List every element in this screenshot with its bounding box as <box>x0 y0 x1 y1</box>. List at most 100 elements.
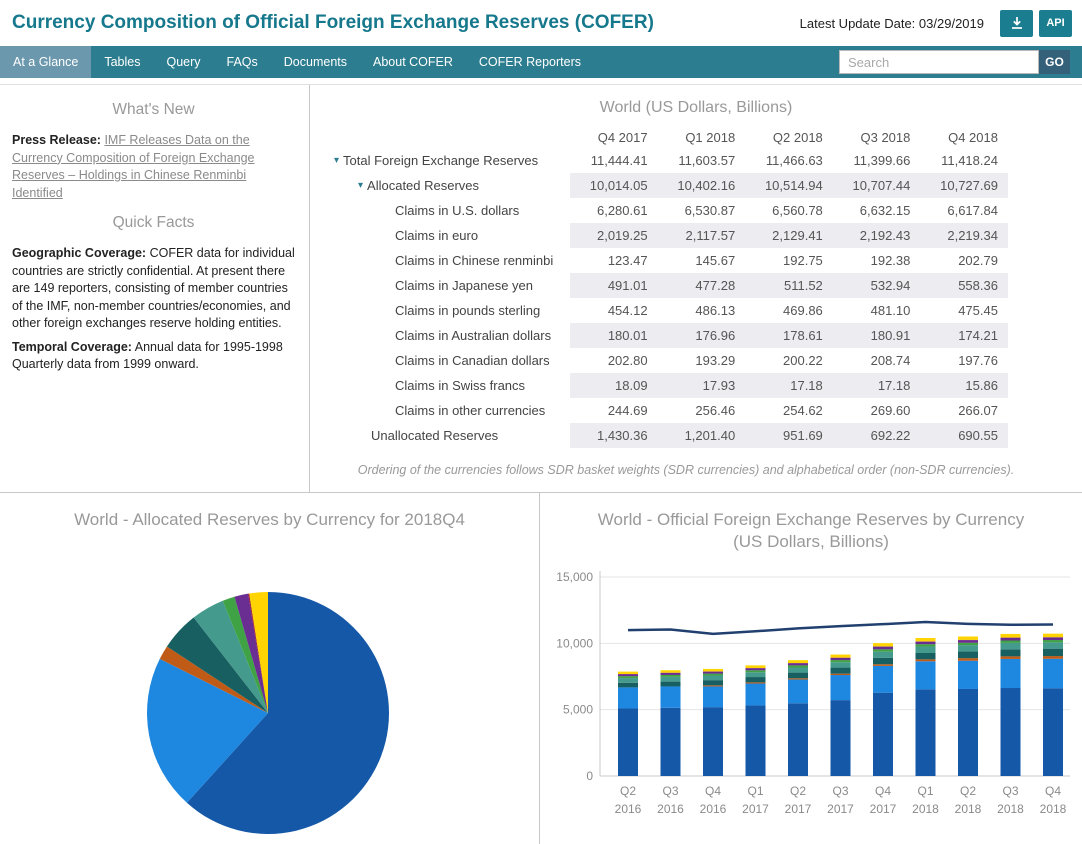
row-label: Claims in other currencies <box>395 403 545 418</box>
bar-segment-claims-in-u-s-dollars <box>873 692 893 775</box>
row-label: Claims in Chinese renminbi <box>395 253 553 268</box>
value-cell: 244.69 <box>570 403 658 418</box>
x-tick-quarter: Q2 <box>960 784 976 798</box>
bar-segment-claims-in-canadian-dollars <box>618 674 638 676</box>
total-reserves-line <box>628 622 1053 634</box>
x-tick-year: 2017 <box>742 802 769 816</box>
row-label: Allocated Reserves <box>367 178 479 193</box>
value-cell: 10,514.94 <box>745 178 833 193</box>
table-row-claims-in-euro: Claims in euro2,019.252,117.572,129.412,… <box>330 223 1008 248</box>
value-cell: 178.61 <box>745 328 833 343</box>
x-tick-year: 2018 <box>997 802 1024 816</box>
bar-segment-claims-in-canadian-dollars <box>788 663 808 665</box>
bar-segment-claims-in-other-currencies <box>916 638 936 641</box>
table-row-claims-in-japanese-yen: Claims in Japanese yen491.01477.28511.52… <box>330 273 1008 298</box>
value-cell: 558.36 <box>920 278 1008 293</box>
x-tick-year: 2018 <box>1040 802 1067 816</box>
column-header-q4-2017: Q4 2017 <box>570 130 658 145</box>
value-cell: 174.21 <box>920 328 1008 343</box>
value-cell: 180.91 <box>833 328 921 343</box>
page-title: Currency Composition of Official Foreign… <box>12 12 654 34</box>
x-tick-quarter: Q3 <box>832 784 848 798</box>
chevron-down-icon[interactable]: ▾ <box>334 156 339 166</box>
nav-tab-about-cofer[interactable]: About COFER <box>360 46 466 78</box>
bar-segment-claims-in-other-currencies <box>831 654 851 657</box>
x-tick-year: 2016 <box>615 802 642 816</box>
row-values: 491.01477.28511.52532.94558.36 <box>570 273 1008 298</box>
table-row-unallocated-reserves: Unallocated Reserves1,430.361,201.40951.… <box>330 423 1008 448</box>
row-values: 244.69256.46254.62269.60266.07 <box>570 398 1008 423</box>
value-cell: 200.22 <box>745 353 833 368</box>
bar-segment-claims-in-chinese-renminbi <box>746 682 766 683</box>
bar-segment-claims-in-euro <box>1001 658 1021 687</box>
value-cell: 2,117.57 <box>658 228 746 243</box>
nav-tab-query[interactable]: Query <box>153 46 213 78</box>
value-cell: 208.74 <box>833 353 921 368</box>
bar-segment-claims-in-other-currencies <box>746 665 766 668</box>
value-cell: 202.79 <box>920 253 1008 268</box>
value-cell: 254.62 <box>745 403 833 418</box>
column-header-q3-2018: Q3 2018 <box>833 130 921 145</box>
bar-segment-claims-in-u-s-dollars <box>661 707 681 775</box>
press-release-text: Press Release: IMF Releases Data on the … <box>12 132 295 202</box>
nav-tab-documents[interactable]: Documents <box>271 46 360 78</box>
bar-segment-claims-in-u-s-dollars <box>831 700 851 776</box>
bar-segment-claims-in-australian-dollars <box>661 674 681 676</box>
nav-tab-at-a-glance[interactable]: At a Glance <box>0 46 91 78</box>
value-cell: 10,014.05 <box>570 178 658 193</box>
bar-segment-claims-in-australian-dollars <box>1043 640 1063 642</box>
x-tick-quarter: Q2 <box>790 784 806 798</box>
search-area: GO <box>839 46 1082 78</box>
table-title: World (US Dollars, Billions) <box>310 99 1082 117</box>
value-cell: 486.13 <box>658 303 746 318</box>
bar-segment-claims-in-u-s-dollars <box>746 705 766 776</box>
value-cell: 123.47 <box>570 253 658 268</box>
bar-segment-claims-in-japanese-yen <box>746 677 766 682</box>
bar-segment-claims-in-japanese-yen <box>873 657 893 664</box>
bar-segment-claims-in-pounds-sterling <box>831 662 851 667</box>
value-cell: 176.96 <box>658 328 746 343</box>
bar-segment-claims-in-other-currencies <box>1001 633 1021 637</box>
main-navbar: At a GlanceTablesQueryFAQsDocumentsAbout… <box>0 46 1082 78</box>
value-cell: 17.93 <box>658 378 746 393</box>
bar-segment-claims-in-chinese-renminbi <box>958 658 978 661</box>
api-button[interactable]: API <box>1039 10 1072 37</box>
bar-segment-claims-in-canadian-dollars <box>1043 637 1063 640</box>
bar-segment-claims-in-pounds-sterling <box>703 675 723 680</box>
chevron-down-icon[interactable]: ▾ <box>358 181 363 191</box>
row-values: 180.01176.96178.61180.91174.21 <box>570 323 1008 348</box>
row-values: 202.80193.29200.22208.74197.76 <box>570 348 1008 373</box>
bar-segment-claims-in-euro <box>873 665 893 692</box>
bar-segment-claims-in-euro <box>958 660 978 688</box>
value-cell: 6,280.61 <box>570 203 658 218</box>
latest-update-date: 03/29/2019 <box>919 16 984 31</box>
nav-tab-faqs[interactable]: FAQs <box>214 46 271 78</box>
bar-segment-claims-in-australian-dollars <box>703 673 723 675</box>
bar-segment-claims-in-euro <box>831 675 851 700</box>
search-go-button[interactable]: GO <box>1039 50 1070 74</box>
charts-section: World - Allocated Reserves by Currency f… <box>0 493 1082 844</box>
bar-segment-claims-in-pounds-sterling <box>746 672 766 677</box>
table-row-claims-in-canadian-dollars: Claims in Canadian dollars202.80193.2920… <box>330 348 1008 373</box>
download-button[interactable] <box>1000 10 1033 37</box>
bar-segment-claims-in-u-s-dollars <box>788 703 808 776</box>
data-table-panel: World (US Dollars, Billions) Q4 2017Q1 2… <box>310 85 1082 492</box>
table-row-claims-in-u-s-dollars: Claims in U.S. dollars6,280.616,530.876,… <box>330 198 1008 223</box>
bar-segment-claims-in-japanese-yen <box>916 653 936 659</box>
nav-tab-cofer-reporters[interactable]: COFER Reporters <box>466 46 594 78</box>
value-cell: 454.12 <box>570 303 658 318</box>
y-tick-label: 5,000 <box>563 702 593 716</box>
table-row-claims-in-swiss-francs: Claims in Swiss francs18.0917.9317.1817.… <box>330 373 1008 398</box>
pie-chart-title: World - Allocated Reserves by Currency f… <box>8 509 531 531</box>
table-row-claims-in-other-currencies: Claims in other currencies 244.69256.4625… <box>330 398 1008 423</box>
search-input[interactable] <box>839 50 1039 74</box>
bar-chart-panel: World - Official Foreign Exchange Reserv… <box>540 493 1082 844</box>
nav-tab-tables[interactable]: Tables <box>91 46 153 78</box>
value-cell: 6,632.15 <box>833 203 921 218</box>
bar-chart-title: World - Official Foreign Exchange Reserv… <box>548 509 1074 553</box>
bar-segment-claims-in-chinese-renminbi <box>1043 656 1063 659</box>
x-tick-quarter: Q4 <box>1045 784 1061 798</box>
bar-segment-claims-in-chinese-renminbi <box>831 673 851 674</box>
value-cell: 2,019.25 <box>570 228 658 243</box>
row-values: 1,430.361,201.40951.69692.22690.55 <box>570 423 1008 448</box>
